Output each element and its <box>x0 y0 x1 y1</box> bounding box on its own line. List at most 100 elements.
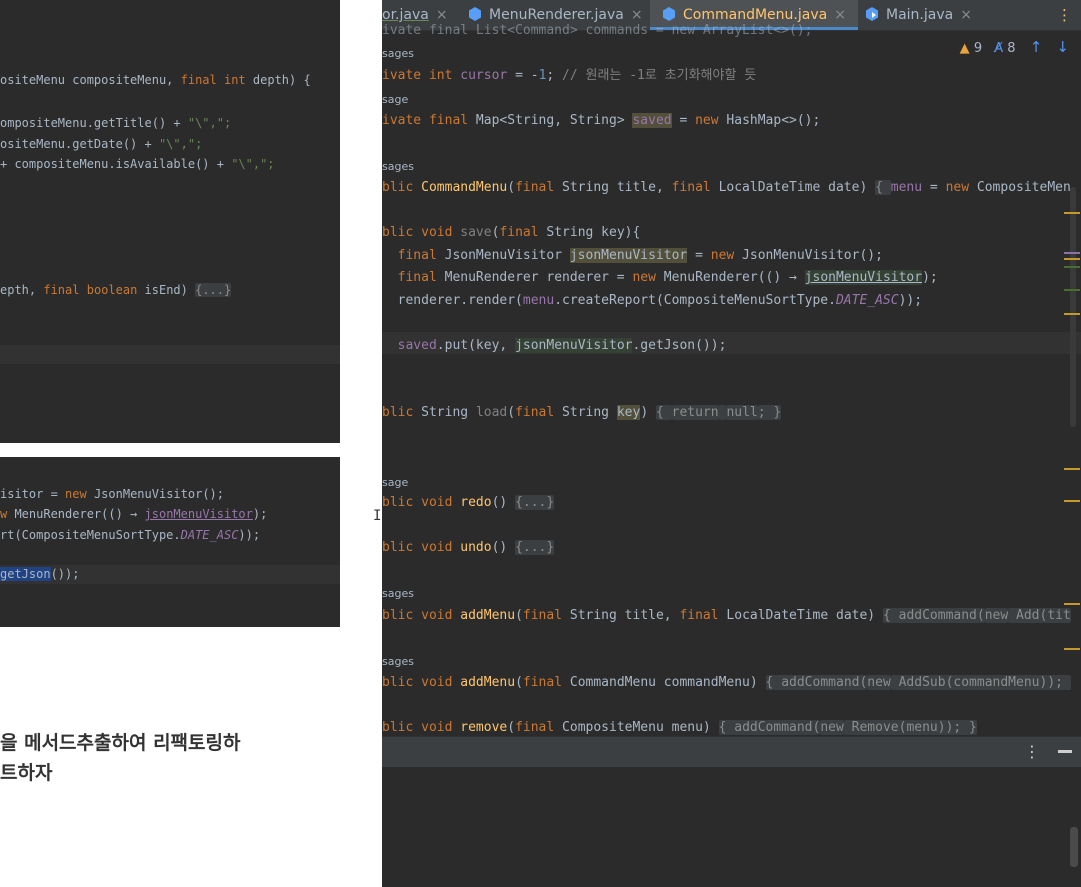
code-token: String <box>413 405 476 420</box>
code-token: new <box>820 720 844 735</box>
code-token: redo <box>460 495 492 510</box>
code-line: ivate int cursor = -1; // 원래는 -1로 초기화해야할… <box>382 66 756 85</box>
code-token: saved <box>632 113 672 128</box>
code-token: boolean <box>86 283 138 297</box>
warning-count: 9 <box>973 41 983 56</box>
code-token: blic <box>382 180 414 195</box>
warning-marker[interactable] <box>1064 500 1080 502</box>
tool-window: ⋮ <box>382 736 1081 887</box>
code-token: CommandMenu commandMenu) <box>562 675 766 690</box>
code-line: rt(CompositeMenuSortType.DATE_ASC)); <box>0 528 260 542</box>
code-token: { <box>655 405 672 420</box>
usages-hint[interactable]: sage <box>382 473 408 492</box>
usages-hint[interactable]: sages <box>382 157 414 176</box>
blog-panel: ositeMenu compositeMenu, final int depth… <box>0 0 382 887</box>
minimize-icon[interactable] <box>1058 750 1072 753</box>
code-line: blic void undo() {...} <box>382 538 555 557</box>
code-token: final <box>515 405 555 420</box>
code-token: final <box>679 608 719 623</box>
code-token: )); <box>898 293 923 308</box>
code-token: ( <box>507 720 516 735</box>
code-token: ()); <box>50 567 80 581</box>
caption-line-2: 트하자 <box>0 762 53 784</box>
code-token: String <box>554 405 617 420</box>
more-options-icon[interactable]: ⋮ <box>1024 737 1040 767</box>
warning-marker[interactable] <box>1064 258 1080 260</box>
code-token: ivate <box>382 68 422 83</box>
code-token: )); <box>238 528 261 542</box>
code-token: ( <box>515 675 523 690</box>
code-token: new <box>867 675 891 690</box>
usages-hint[interactable]: sages <box>382 584 414 603</box>
code-token: jsonMenuVisitor <box>804 270 923 285</box>
code-token: menu <box>890 180 923 195</box>
code-token: {...} <box>515 540 555 555</box>
code-token: {...} <box>195 283 232 297</box>
next-highlight-icon[interactable]: ↓ <box>1056 38 1069 56</box>
tab-main[interactable]: Main.java × <box>865 0 972 30</box>
editor-scrollbar[interactable] <box>1070 187 1076 427</box>
code-token: = <box>922 180 946 195</box>
usage-marker[interactable] <box>1064 252 1080 254</box>
code-token: () <box>491 495 516 510</box>
close-icon[interactable]: × <box>960 7 972 23</box>
code-token: final <box>180 73 217 87</box>
code-line: epth, final boolean isEnd) {...} <box>0 283 232 297</box>
code-token: ( <box>507 180 516 195</box>
usages-hint[interactable]: sages <box>382 652 414 671</box>
previous-highlight-icon[interactable]: ↑ <box>1030 38 1043 56</box>
code-token: isEnd) <box>137 283 196 297</box>
code-token: void <box>421 675 453 690</box>
close-icon[interactable]: × <box>834 7 846 23</box>
code-token: .put(key, <box>436 338 516 353</box>
code-token: final <box>499 225 539 240</box>
code-token: getJson <box>0 567 51 581</box>
tab-list-menu-icon[interactable]: ⋮ <box>1057 0 1072 30</box>
usages-hint[interactable]: sage <box>382 90 408 109</box>
code-token: ositeMenu.getDate() + <box>0 137 159 151</box>
code-token: = <box>687 248 711 263</box>
tool-window-scrollbar[interactable] <box>1070 827 1078 867</box>
change-marker[interactable] <box>1064 266 1080 268</box>
code-token: String key){ <box>538 225 641 240</box>
code-token: new <box>632 270 656 285</box>
code-token: jsonMenuVisitor <box>515 338 633 353</box>
code-token: "\","; <box>187 116 232 130</box>
code-line: ositeMenu.getDate() + "\","; <box>0 137 202 151</box>
code-line: w MenuRenderer(() → jsonMenuVisitor); <box>0 507 267 521</box>
code-token: load <box>475 405 508 420</box>
code-line: getJson()); <box>0 567 79 581</box>
warning-marker[interactable] <box>1064 648 1080 650</box>
tool-window-header: ⋮ <box>382 737 1081 767</box>
class-icon <box>663 7 675 21</box>
code-line: saved.put(key, jsonMenuVisitor.getJson()… <box>382 336 726 355</box>
warning-marker[interactable] <box>1064 468 1080 470</box>
inspection-widget[interactable]: ▲ 9 A̸ 8 ↑ ↓ <box>960 38 1069 56</box>
code-token: () <box>491 540 516 555</box>
warning-marker[interactable] <box>1064 313 1080 315</box>
change-marker[interactable] <box>1064 289 1080 291</box>
usages-hint[interactable]: sages <box>382 44 414 63</box>
code-token: ; } <box>757 405 782 420</box>
code-token: void <box>421 608 453 623</box>
code-token: .createReport(CompositeMenuSortType. <box>554 293 836 308</box>
code-token: JsonMenuVisitor(); <box>86 487 224 501</box>
ide-editor: or.java × MenuRenderer.java × CommandMenu.… <box>382 0 1081 887</box>
code-token: void <box>421 540 453 555</box>
code-line: blic void save(final String key){ <box>382 223 640 242</box>
warning-marker[interactable] <box>1064 212 1080 214</box>
code-token: cursor <box>460 68 508 83</box>
code-token: isitor = <box>0 487 66 501</box>
code-line: final JsonMenuVisitor jsonMenuVisitor = … <box>382 246 883 265</box>
warning-marker[interactable] <box>1064 603 1080 605</box>
code-token: Map<String, String> <box>468 113 633 128</box>
